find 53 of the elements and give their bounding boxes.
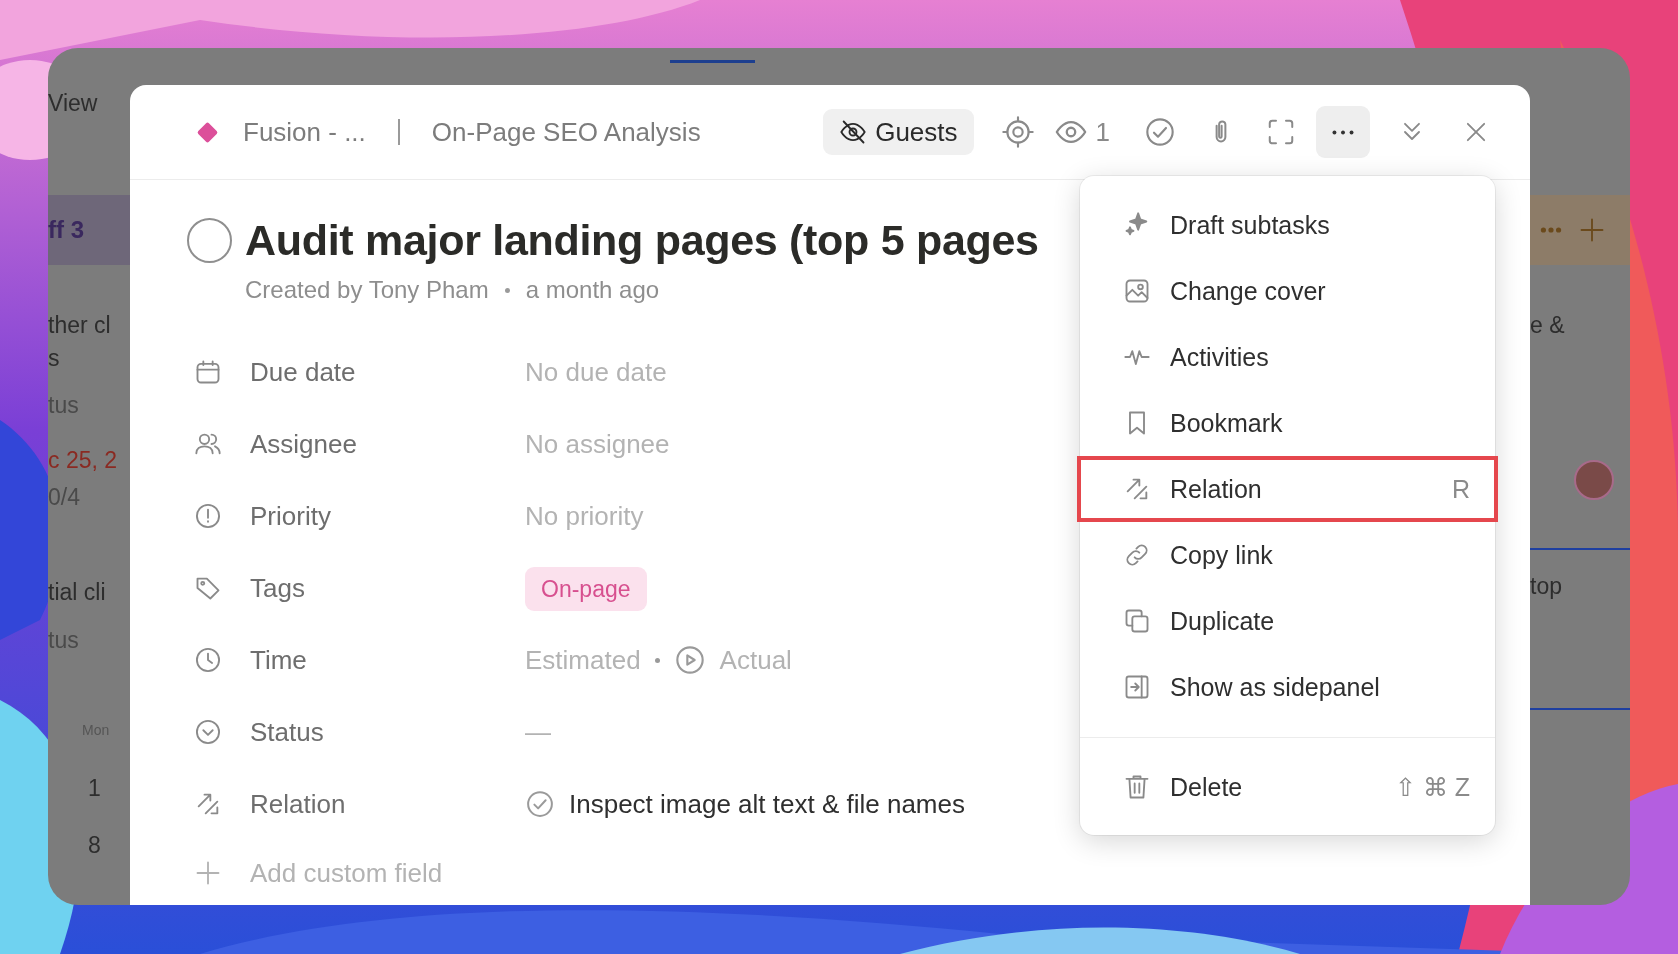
complete-checkbox[interactable]	[187, 217, 232, 263]
view-label: View	[48, 89, 98, 118]
calendar-icon	[194, 358, 222, 386]
alert-icon	[194, 502, 222, 530]
menu-item[interactable]: Activities	[1080, 324, 1495, 390]
dots-icon	[1332, 129, 1354, 135]
related-task-link[interactable]: Inspect image alt text & file names	[569, 788, 965, 820]
check-circle-icon	[525, 789, 555, 819]
avatar	[1574, 460, 1614, 500]
menu-item[interactable]: Copy link	[1080, 522, 1495, 588]
menu-item[interactable]: Duplicate	[1080, 588, 1495, 654]
task-title: ther cl	[48, 311, 111, 340]
field-label: Priority	[250, 500, 332, 532]
copy-icon	[1123, 607, 1151, 635]
field-label: Relation	[250, 788, 347, 820]
field-label: Status	[250, 716, 325, 748]
link-icon	[1123, 541, 1151, 569]
menu-item[interactable]: Draft subtasks	[1080, 192, 1495, 258]
play-circle-icon[interactable]	[673, 644, 706, 676]
breadcrumb-link[interactable]: On-Page SEO Analysis	[431, 116, 701, 148]
group-label: ff 3	[48, 215, 84, 245]
arrow-in-box-icon	[1123, 673, 1151, 701]
eye-slash-icon	[839, 118, 868, 146]
field-label: Tags	[250, 572, 306, 604]
check-circle-icon[interactable]	[1144, 116, 1176, 148]
field-label: Assignee	[250, 428, 358, 460]
breadcrumb-link[interactable]: Fusion - ...	[243, 116, 366, 148]
image-icon	[1123, 277, 1151, 305]
created-time: a month ago	[525, 276, 660, 304]
due-date: c 25, 2	[48, 446, 118, 475]
clock-icon	[194, 646, 222, 674]
menu-item[interactable]: Bookmark	[1080, 390, 1495, 456]
guests-button[interactable]: Guests	[823, 109, 974, 155]
plus-icon	[194, 859, 222, 887]
task-title: Audit major landing pages (top 5 pages	[245, 215, 1039, 265]
target-icon[interactable]	[1001, 116, 1034, 148]
field-label: Time	[250, 644, 308, 676]
day-number: 1	[87, 774, 101, 803]
expand-icon[interactable]	[1266, 117, 1296, 147]
task-title: top	[1530, 572, 1562, 601]
day-number: 8	[87, 831, 101, 860]
task-title: e &	[1530, 311, 1565, 340]
menu-item[interactable]: Delete ⇧ ⌘ Z	[1080, 754, 1495, 820]
plus-icon[interactable]	[1578, 216, 1606, 244]
creator-text: Created by Tony Pham	[245, 276, 489, 304]
trash-icon	[1123, 773, 1151, 801]
menu-item[interactable]: Change cover	[1080, 258, 1495, 324]
menu-item[interactable]: Show as sidepanel	[1080, 654, 1495, 720]
chevron-circle-icon	[194, 718, 222, 746]
menu-item[interactable]: Relation R	[1077, 456, 1498, 522]
task-title: s	[48, 344, 60, 373]
field-label: Due date	[250, 356, 357, 388]
task-title: tial cli	[48, 578, 106, 607]
